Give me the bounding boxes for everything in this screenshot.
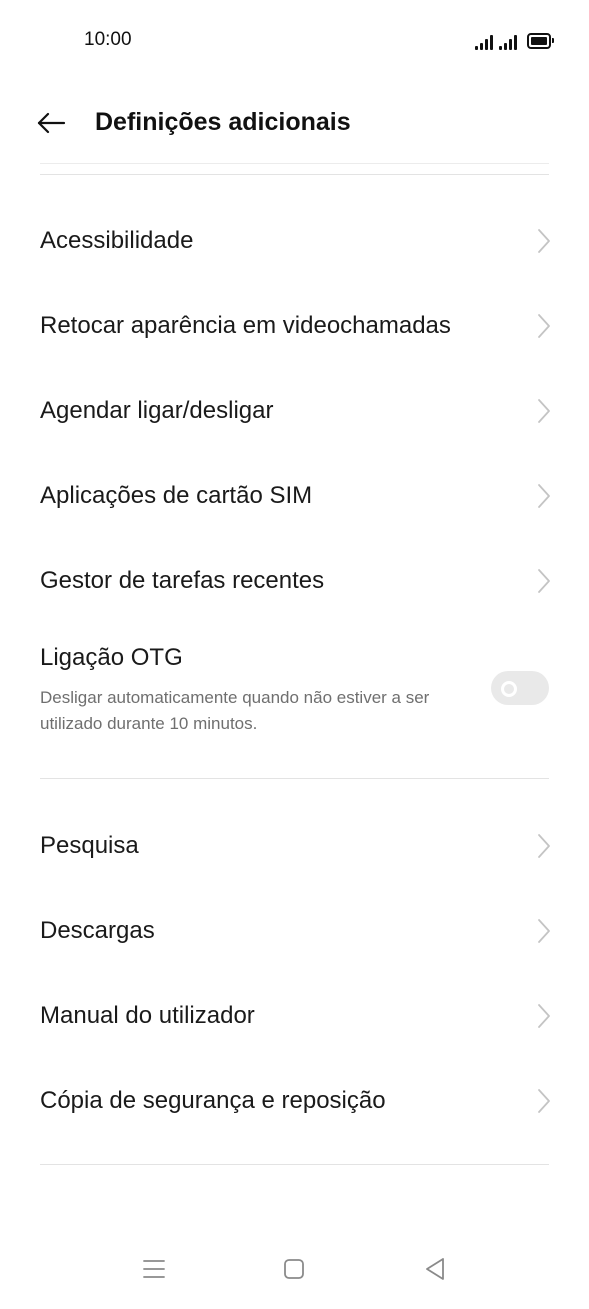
nav-back-button[interactable]	[417, 1251, 453, 1287]
row-label: Agendar ligar/desligar	[40, 396, 274, 424]
battery-icon	[527, 33, 554, 49]
status-icons	[475, 28, 554, 50]
signal-icon	[499, 34, 517, 50]
settings-row-video-call-beauty[interactable]: Retocar aparência em videochamadas	[0, 283, 589, 368]
status-time: 10:00	[84, 29, 132, 50]
chevron-right-icon	[538, 1088, 550, 1113]
row-label: Retocar aparência em videochamadas	[40, 311, 451, 339]
screen: 10:00 Definições adicionais Acessibilida…	[0, 0, 589, 1309]
menu-icon	[143, 1260, 165, 1278]
app-header: Definições adicionais	[0, 92, 589, 152]
page-title: Definições adicionais	[95, 108, 351, 136]
chevron-right-icon	[538, 228, 550, 253]
settings-row-sim-apps[interactable]: Aplicações de cartão SIM	[0, 453, 589, 538]
section-divider	[40, 1164, 549, 1165]
row-label: Cópia de segurança e reposição	[40, 1086, 386, 1114]
section-divider	[40, 778, 549, 779]
settings-row-otg: Ligação OTG Desligar automaticamente qua…	[0, 630, 589, 752]
home-button[interactable]	[276, 1251, 312, 1287]
settings-row-backup-reset[interactable]: Cópia de segurança e reposição	[0, 1058, 589, 1143]
back-button[interactable]	[34, 106, 68, 140]
chevron-right-icon	[538, 313, 550, 338]
chevron-right-icon	[538, 398, 550, 423]
row-label: Aplicações de cartão SIM	[40, 481, 313, 509]
navigation-bar	[0, 1229, 589, 1309]
settings-row-user-manual[interactable]: Manual do utilizador	[0, 973, 589, 1058]
back-triangle-icon	[426, 1258, 444, 1280]
recent-apps-button[interactable]	[136, 1251, 172, 1287]
settings-row-recent-tasks[interactable]: Gestor de tarefas recentes	[0, 538, 589, 623]
toggle-knob-icon	[501, 681, 517, 697]
chevron-right-icon	[538, 1003, 550, 1028]
section-divider	[40, 174, 549, 175]
status-bar: 10:00	[0, 0, 589, 80]
settings-row-schedule-power[interactable]: Agendar ligar/desligar	[0, 368, 589, 453]
home-icon	[284, 1259, 304, 1279]
row-label: Descargas	[40, 916, 155, 944]
settings-row-downloads[interactable]: Descargas	[0, 888, 589, 973]
chevron-right-icon	[538, 568, 550, 593]
settings-row-search[interactable]: Pesquisa	[0, 803, 589, 888]
row-label: Acessibilidade	[40, 226, 194, 254]
arrow-left-icon	[37, 112, 66, 134]
header-shadow-line	[40, 163, 549, 164]
row-label: Manual do utilizador	[40, 1001, 255, 1029]
row-label: Pesquisa	[40, 831, 139, 859]
otg-toggle[interactable]	[491, 671, 549, 705]
chevron-right-icon	[538, 833, 550, 858]
chevron-right-icon	[538, 483, 550, 508]
chevron-right-icon	[538, 918, 550, 943]
otg-title: Ligação OTG	[40, 644, 183, 671]
otg-description: Desligar automaticamente quando não esti…	[40, 688, 430, 733]
settings-row-accessibility[interactable]: Acessibilidade	[0, 198, 589, 283]
row-label: Gestor de tarefas recentes	[40, 566, 325, 594]
signal-icon	[475, 34, 493, 50]
